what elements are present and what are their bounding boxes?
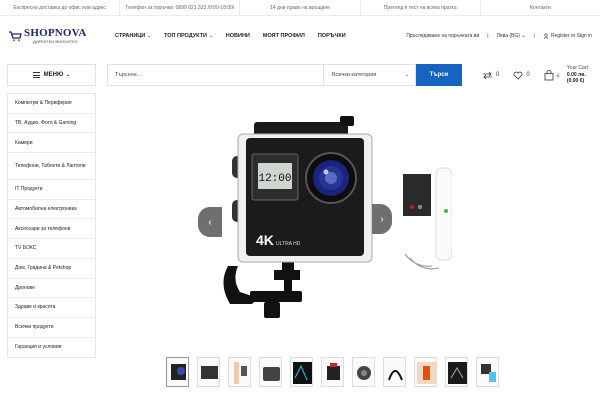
thumbnail[interactable] xyxy=(197,357,220,387)
sidebar-item-tv-box[interactable]: TV БОКС xyxy=(8,239,95,259)
category-sidebar: Компютри & Периферия ТВ, Аудио, Фото & G… xyxy=(7,93,96,359)
action-camera: 12:00 4K ULTRA HD xyxy=(232,116,373,263)
topbar-phone[interactable]: Телефон за поръчки: 0899 821 333 /9:00-1… xyxy=(120,0,241,15)
search-row: МЕНЮ ⌄ Всички категории ⌄ Търси 0 0 0 Yo… xyxy=(0,58,600,92)
badge-4k: 4K xyxy=(256,232,274,248)
thumbnail[interactable] xyxy=(383,357,406,387)
compare-button[interactable]: 0 xyxy=(482,71,499,80)
sidebar-item-car-electronics[interactable]: Автомобилна електроника xyxy=(8,200,95,220)
camera-screen-time: 12:00 xyxy=(258,173,291,185)
site-header: SHOPNOVA ДИРЕКТЕН ВНОСИТЕЛ СТРАНИЦИ ⌄ ТОП… xyxy=(0,16,600,56)
nav-item-pages[interactable]: СТРАНИЦИ ⌄ xyxy=(115,33,151,39)
thumbnail[interactable] xyxy=(476,357,499,387)
wishlist-button[interactable]: 0 xyxy=(513,71,530,80)
sidebar-item-warranty[interactable]: Гаранция и условия xyxy=(8,338,95,358)
thumbnail[interactable] xyxy=(321,357,344,387)
thumbnail[interactable] xyxy=(290,357,313,387)
thumbnail[interactable] xyxy=(445,357,468,387)
category-menu-button[interactable]: МЕНЮ ⌄ xyxy=(7,64,96,86)
site-logo[interactable]: SHOPNOVA ДИРЕКТЕН ВНОСИТЕЛ xyxy=(8,28,98,44)
sidebar-item-computers[interactable]: Компютри & Периферия xyxy=(8,94,95,114)
search-box: Всички категории ⌄ xyxy=(107,64,416,86)
category-select[interactable]: Всички категории ⌄ xyxy=(323,65,415,85)
heart-icon xyxy=(513,71,523,80)
slider-next-button[interactable]: › xyxy=(372,204,392,234)
account-link[interactable]: Register or Sign in xyxy=(543,33,592,39)
track-order-link[interactable]: Проследяване на поръчката ви xyxy=(406,33,479,39)
menu-label: МЕНЮ xyxy=(43,72,64,78)
cart-count-badge: 0 xyxy=(554,71,561,79)
nav-item-news[interactable]: НОВИНИ xyxy=(226,33,250,39)
header-right: Проследяване на поръчката ви | Лева (BG)… xyxy=(406,33,592,39)
topbar-returns: 14 дни право на връщане xyxy=(240,0,361,15)
chevron-down-icon: ⌄ xyxy=(521,33,526,39)
chevron-down-icon: ⌄ xyxy=(66,72,71,78)
slider-prev-button[interactable]: ‹ xyxy=(198,207,222,237)
thumbnail[interactable] xyxy=(166,357,189,387)
thumbnail[interactable] xyxy=(352,357,375,387)
shopping-bag-icon xyxy=(544,69,554,80)
topbar-inspection: Преглед и тест на всяка пратка xyxy=(361,0,481,15)
top-info-bar: Експресна доставка до офис или адрес Тел… xyxy=(0,0,600,16)
search-button[interactable]: Търси xyxy=(416,64,462,86)
thumbnail-strip xyxy=(166,357,507,387)
thumbnail[interactable] xyxy=(259,357,282,387)
sidebar-item-drones[interactable]: Дронове xyxy=(8,279,95,299)
search-input[interactable] xyxy=(108,65,323,85)
logo-brand: SHOPNOVA xyxy=(24,27,87,39)
chevron-left-icon: ‹ xyxy=(208,216,212,228)
divider: | xyxy=(533,33,535,39)
nav-item-my-profile[interactable]: МОЯТ ПРОФИЛ xyxy=(263,33,305,39)
cart-button[interactable]: 0 xyxy=(544,69,561,81)
nav-item-orders[interactable]: ПОРЪЧКИ xyxy=(318,33,346,39)
logo-tagline: ДИРЕКТЕН ВНОСИТЕЛ xyxy=(33,39,78,44)
chevron-right-icon: › xyxy=(380,213,384,225)
sidebar-item-it-products[interactable]: IT Продукти xyxy=(8,180,95,200)
compare-icon xyxy=(483,71,492,79)
sidebar-item-phones[interactable]: Телефони, Таблети & Лаптопи xyxy=(8,153,95,181)
header-icons: 0 0 0 Your Cart: 0.00 лв. (0.00 €) xyxy=(482,65,589,85)
topbar-delivery: Експресна доставка до офис или адрес xyxy=(0,0,121,15)
chevron-down-icon: ⌄ xyxy=(208,33,213,38)
thumbnail[interactable] xyxy=(414,357,437,387)
divider: | xyxy=(487,33,489,39)
currency-select[interactable]: Лева (BG) ⌄ xyxy=(497,33,526,39)
adjacent-slide-image xyxy=(403,167,453,270)
sidebar-item-home-garden[interactable]: Дом, Градина & Petshop xyxy=(8,259,95,279)
thumbnail[interactable] xyxy=(228,357,251,387)
logo-cart-icon xyxy=(9,31,22,42)
chevron-down-icon: ⌄ xyxy=(147,33,152,38)
nav-item-top-products[interactable]: ТОП ПРОДУКТИ ⌄ xyxy=(164,33,213,39)
cart-summary[interactable]: Your Cart: 0.00 лв. (0.00 €) xyxy=(567,65,589,85)
badge-ultra-hd: ULTRA HD xyxy=(276,241,301,247)
chevron-down-icon: ⌄ xyxy=(404,72,409,78)
sidebar-item-phone-accessories[interactable]: Аксесоари за телефони xyxy=(8,219,95,240)
hamburger-icon xyxy=(32,71,40,79)
sidebar-item-all-products[interactable]: Всички продукти xyxy=(8,318,95,338)
sidebar-item-health-beauty[interactable]: Здраве и красота xyxy=(8,298,95,318)
user-icon xyxy=(543,33,549,39)
sidebar-item-tv-audio[interactable]: ТВ, Аудио, Фото & Gaming xyxy=(8,114,95,134)
sidebar-item-cameras[interactable]: Камери xyxy=(8,133,95,154)
topbar-contacts-link[interactable]: Контакти xyxy=(481,0,600,15)
main-nav: СТРАНИЦИ ⌄ ТОП ПРОДУКТИ ⌄ НОВИНИ МОЯТ ПРОФ… xyxy=(115,33,359,39)
